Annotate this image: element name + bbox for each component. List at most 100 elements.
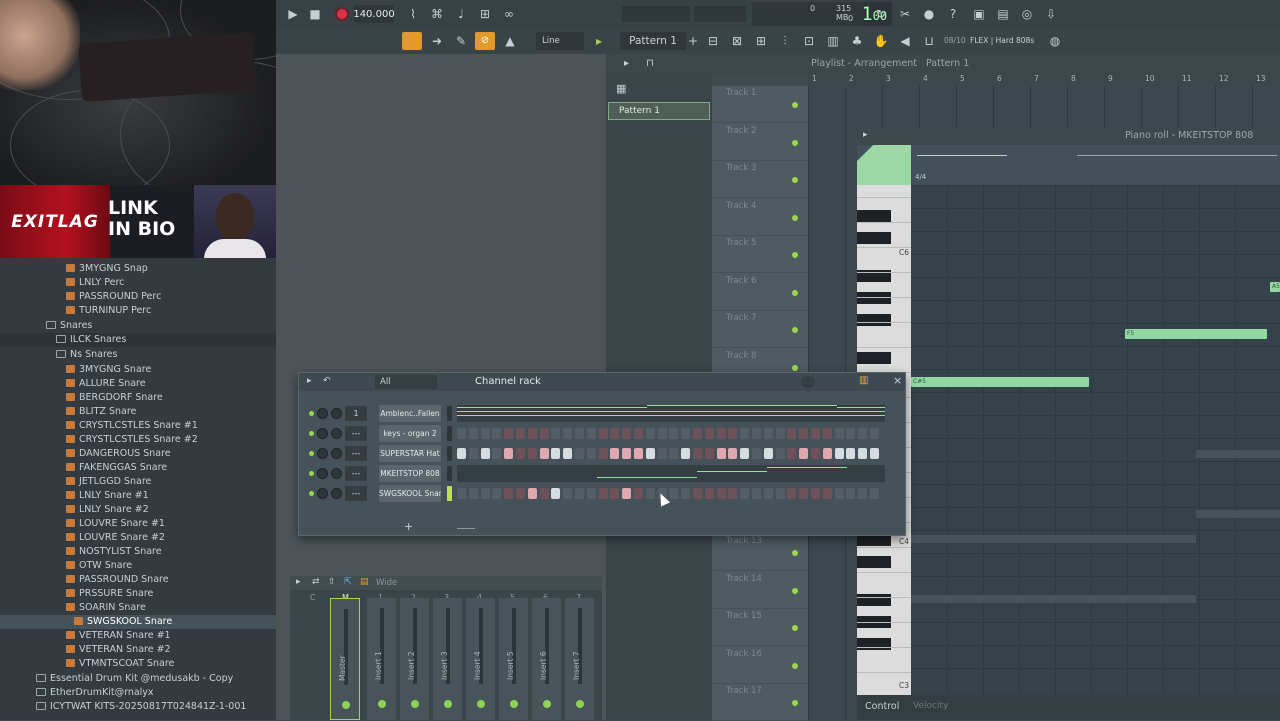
step-button[interactable] xyxy=(457,448,466,459)
step-button[interactable] xyxy=(787,428,797,439)
mixer-route-icon[interactable]: ⇱ xyxy=(344,577,352,587)
strip-enable-led[interactable] xyxy=(444,700,452,708)
step-button[interactable] xyxy=(752,428,761,439)
step-button[interactable] xyxy=(527,448,537,459)
track-mute-led[interactable] xyxy=(792,139,798,146)
browser-item[interactable]: PASSROUND Perc xyxy=(0,290,276,304)
channel-led[interactable] xyxy=(309,451,314,456)
step-button[interactable] xyxy=(622,488,632,499)
browser-item[interactable]: Essential Drum Kit @medusakb - Copy xyxy=(0,672,276,686)
step-button[interactable] xyxy=(586,448,596,459)
velocity-label[interactable]: Velocity xyxy=(913,701,948,711)
browser-item[interactable]: SOARIN Snare xyxy=(0,601,276,615)
step-button[interactable] xyxy=(704,488,714,499)
browser-item[interactable]: NOSTYLIST Snare xyxy=(0,545,276,559)
channel-number[interactable]: --- xyxy=(345,446,367,461)
step-button[interactable] xyxy=(846,428,856,439)
step-button[interactable] xyxy=(457,488,466,499)
piano-roll-icon[interactable]: ⊠ xyxy=(728,32,746,50)
channel-select[interactable] xyxy=(447,486,452,501)
step-button[interactable] xyxy=(822,428,832,439)
wait-icon[interactable]: ⌘ xyxy=(428,5,446,23)
track-header[interactable]: Track 15 xyxy=(712,609,808,646)
strip-enable-led[interactable] xyxy=(378,700,386,708)
piano-roll-menu-icon[interactable]: ▸ xyxy=(863,130,868,140)
pan-knob[interactable] xyxy=(317,468,328,479)
channel-name-button[interactable]: MKEITSTOP 808 xyxy=(379,465,441,482)
mixer-strip[interactable]: Insert 1 xyxy=(366,598,396,720)
mixer-strip[interactable]: Insert 6 xyxy=(531,598,561,720)
step-button[interactable] xyxy=(657,448,667,459)
step-button[interactable] xyxy=(787,448,797,459)
mixer-strip[interactable]: Insert 2 xyxy=(399,598,429,720)
mini-piano-roll[interactable] xyxy=(457,405,885,422)
step-button[interactable] xyxy=(811,448,820,459)
channel-row[interactable]: --- keys - organ 2 xyxy=(307,425,897,443)
step-button[interactable] xyxy=(775,448,785,459)
pattern-prev-icon[interactable]: ▸ xyxy=(590,32,608,50)
magnet-icon[interactable]: ⊓ xyxy=(646,58,654,69)
loop-record-icon[interactable]: ∞ xyxy=(500,5,518,23)
volume-knob[interactable] xyxy=(331,448,342,459)
step-button[interactable] xyxy=(752,448,761,459)
step-button[interactable] xyxy=(516,448,525,459)
plugin-picker-icon[interactable]: ⊡ xyxy=(800,32,818,50)
channel-select[interactable] xyxy=(447,466,452,481)
track-mute-led[interactable] xyxy=(792,289,798,296)
close-icon[interactable]: × xyxy=(893,374,902,387)
pencil-icon[interactable]: ✎ xyxy=(452,32,470,50)
piano-roll-grid[interactable]: A5 F5 C#5 xyxy=(911,185,1280,695)
step-button[interactable] xyxy=(645,448,655,459)
step-button[interactable] xyxy=(693,488,702,499)
step-button[interactable] xyxy=(728,488,738,499)
track-mute-led[interactable] xyxy=(792,177,798,183)
step-button[interactable] xyxy=(870,448,879,459)
pan-knob[interactable] xyxy=(317,428,328,439)
browser-item[interactable]: EtherDrumKit@rnalyx xyxy=(0,686,276,700)
channel-filter-select[interactable]: All xyxy=(375,375,437,389)
step-button[interactable] xyxy=(480,448,490,459)
step-button[interactable] xyxy=(752,488,761,499)
browser-item[interactable]: JETLGGD Snare xyxy=(0,475,276,489)
channel-rack-icon[interactable]: ⊞ xyxy=(752,32,770,50)
step-button[interactable] xyxy=(811,428,820,439)
volume-knob[interactable] xyxy=(331,408,342,419)
step-button[interactable] xyxy=(716,428,726,439)
browser-item[interactable]: BLITZ Snare xyxy=(0,405,276,419)
mixer-menu-icon[interactable]: ▸ xyxy=(296,577,301,587)
step-button[interactable] xyxy=(575,428,584,439)
browser-item[interactable]: FAKENGGAS Snare xyxy=(0,461,276,475)
step-button[interactable] xyxy=(799,448,809,459)
black-key[interactable] xyxy=(857,232,891,244)
step-button[interactable] xyxy=(775,488,785,499)
pattern-selector[interactable]: Pattern 1 xyxy=(620,32,686,50)
browser-item[interactable]: VETERAN Snare #1 xyxy=(0,629,276,643)
step-button[interactable] xyxy=(811,488,820,499)
step-button[interactable] xyxy=(598,488,608,499)
browser-item[interactable]: ALLURE Snare xyxy=(0,377,276,391)
step-button[interactable] xyxy=(834,428,844,439)
browser-item[interactable]: LOUVRE Snare #2 xyxy=(0,531,276,545)
note[interactable]: F5 xyxy=(1125,329,1267,339)
graph-icon[interactable]: ▥ xyxy=(859,375,868,386)
step-button[interactable] xyxy=(563,448,573,459)
volume-knob[interactable] xyxy=(331,488,342,499)
browser-item[interactable]: 3MYGNG Snare xyxy=(0,363,276,377)
mixer-preset-label[interactable]: Wide xyxy=(376,578,397,588)
channel-row[interactable]: --- SUPERSTAR Hat xyxy=(307,445,897,463)
step-button[interactable] xyxy=(468,428,478,439)
browser-panel[interactable]: 3MYGNG Snap LNLY Perc PASSROUND Perc TURNIN… xyxy=(0,258,276,720)
step-button[interactable] xyxy=(645,488,655,499)
step-button[interactable] xyxy=(681,488,691,499)
browser-item[interactable]: VETERAN Snare #2 xyxy=(0,643,276,657)
step-button[interactable] xyxy=(575,488,584,499)
step-button[interactable] xyxy=(586,428,596,439)
channel-name-button[interactable]: SWGSKOOL Snare xyxy=(379,485,441,502)
track-header[interactable]: Track 7 xyxy=(712,311,808,348)
note[interactable]: C#5 xyxy=(911,377,1089,387)
step-button[interactable] xyxy=(763,428,773,439)
step-button[interactable] xyxy=(480,428,490,439)
step-button[interactable] xyxy=(634,448,643,459)
step-button[interactable] xyxy=(598,428,608,439)
browser-item[interactable]: Snares xyxy=(0,319,276,333)
